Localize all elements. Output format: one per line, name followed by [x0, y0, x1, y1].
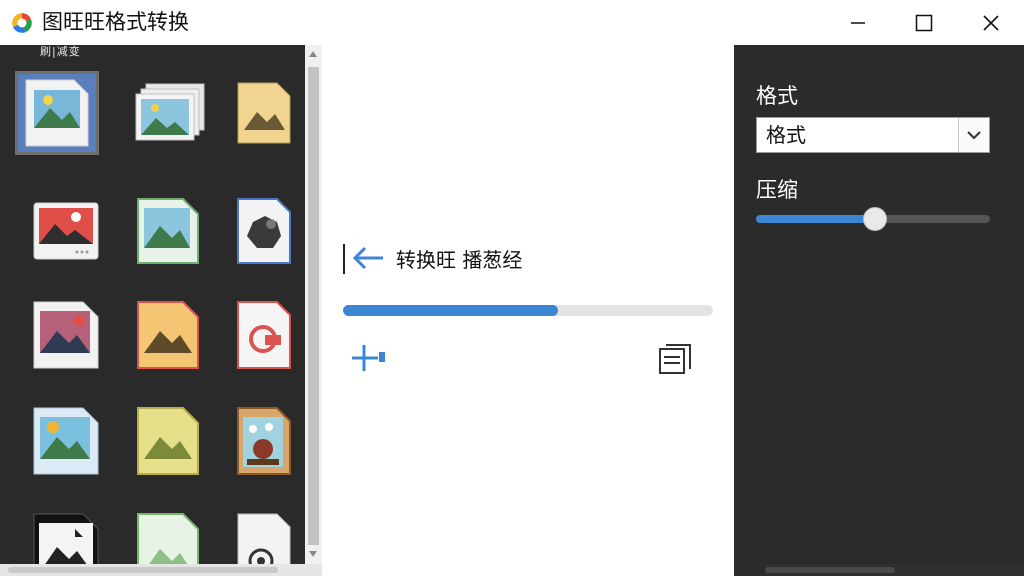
copy-output-icon[interactable]	[658, 343, 692, 375]
thumbnail-item[interactable]	[15, 71, 99, 155]
app-logo-icon	[12, 13, 32, 33]
window-title: 图旺旺格式转换	[42, 10, 189, 34]
add-file-button[interactable]	[350, 343, 390, 373]
minimize-icon	[851, 21, 865, 24]
arrow-left-icon[interactable]	[351, 246, 385, 270]
image-file-icon	[237, 82, 291, 144]
title-bar: 图旺旺格式转换	[0, 0, 1024, 45]
image-file-icon	[137, 198, 199, 264]
conversion-progress-bar	[343, 305, 713, 316]
scrollbar-thumb[interactable]	[765, 567, 895, 573]
conversion-panel: 转换旺 播葱经	[322, 45, 734, 576]
maximize-icon	[915, 14, 933, 31]
thumbnail-panel: 刷|减变	[0, 45, 305, 576]
progress-fill	[343, 305, 558, 316]
close-button[interactable]	[958, 0, 1024, 45]
thumbnail-item[interactable]	[222, 71, 305, 155]
format-label: 格式	[756, 84, 798, 108]
thumbnail-item[interactable]	[128, 71, 212, 155]
compress-label: 压缩	[756, 178, 798, 202]
minimize-button[interactable]	[825, 0, 891, 45]
thumbnail-item[interactable]	[24, 399, 108, 483]
slider-handle[interactable]	[863, 207, 888, 231]
thumbnail-item[interactable]	[126, 399, 210, 483]
panel-header: 刷|减变	[40, 45, 81, 58]
horizontal-scrollbar[interactable]	[0, 564, 322, 576]
text-caret	[343, 244, 345, 274]
image-file-icon	[33, 202, 99, 260]
thumbnail-item[interactable]	[126, 189, 210, 273]
conversion-status: 转换旺 播葱经	[396, 248, 523, 272]
thumbnail-item[interactable]	[24, 293, 108, 377]
thumbnail-item[interactable]	[24, 189, 108, 273]
compression-slider[interactable]	[756, 207, 990, 231]
thumbnail-item[interactable]	[126, 293, 210, 377]
format-select-value: 格式	[766, 123, 806, 147]
thumbnail-item[interactable]	[222, 189, 305, 273]
settings-panel: 格式 格式 压缩	[734, 45, 1024, 576]
image-file-icon	[137, 407, 199, 475]
image-file-icon	[33, 301, 99, 369]
thumbnail-scrollbar[interactable]	[305, 45, 322, 565]
rock-file-icon	[237, 198, 291, 264]
camera-file-icon	[237, 301, 291, 369]
image-file-icon	[25, 79, 89, 147]
right-horizontal-scrollbar[interactable]	[765, 564, 1024, 576]
maximize-button[interactable]	[891, 0, 957, 45]
scroll-up-icon[interactable]	[309, 51, 317, 57]
scrollbar-thumb[interactable]	[308, 67, 319, 545]
illustration-file-icon	[237, 407, 291, 475]
thumbnail-item[interactable]	[222, 399, 305, 483]
image-file-icon	[33, 407, 99, 475]
chevron-down-icon[interactable]	[958, 118, 989, 152]
image-stack-icon	[135, 83, 205, 141]
format-select[interactable]: 格式	[756, 117, 990, 153]
thumbnail-item[interactable]	[222, 293, 305, 377]
slider-fill	[756, 215, 876, 223]
close-icon	[983, 14, 999, 31]
image-file-icon	[137, 301, 199, 369]
scroll-down-icon[interactable]	[309, 551, 317, 557]
scrollbar-thumb[interactable]	[8, 567, 278, 573]
